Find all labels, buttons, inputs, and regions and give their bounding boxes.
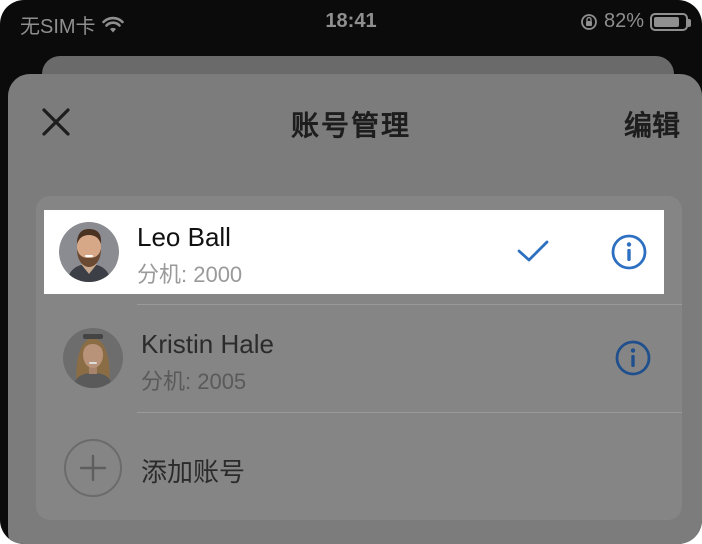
account-name: Leo Ball [137,222,231,252]
account-info-button[interactable] [610,233,648,271]
avatar-kristin-hale-image [63,328,123,388]
row-divider [137,304,682,305]
edit-button[interactable]: 编辑 [624,104,680,144]
checkmark-icon [517,240,549,262]
status-bar: 无SIM卡 18:41 82% [0,0,702,42]
account-info-button[interactable] [614,339,652,377]
account-extension: 分机: 2005 [141,369,247,394]
phone-screen: 无SIM卡 18:41 82% 账号管理 编辑 Leo Ball 分机: 200… [0,0,702,544]
row-divider [137,412,682,413]
add-account-label: 添加账号 [141,457,246,487]
info-icon [615,340,651,376]
account-row[interactable] [36,306,682,412]
add-account-button[interactable] [36,414,682,518]
page-title: 账号管理 [290,109,411,142]
avatar-leo-ball-image [59,222,119,282]
avatar [59,222,119,282]
selected-check [514,232,552,270]
account-name: Kristin Hale [141,329,274,359]
info-icon [611,234,647,270]
rotation-lock-icon [581,13,597,30]
battery-fill [654,16,679,27]
avatar [63,328,123,388]
status-right: 82% [580,10,691,33]
account-extension: 分机: 2000 [137,262,243,287]
battery-percent: 82% [603,10,644,32]
battery-icon [650,12,691,31]
add-account-circle [63,438,123,498]
plus-icon [64,439,122,497]
